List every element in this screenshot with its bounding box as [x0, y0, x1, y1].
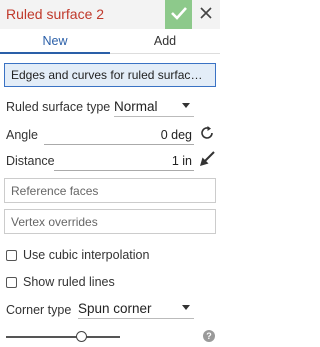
distance-label: Distance: [6, 154, 55, 168]
rotate-icon: [199, 125, 215, 144]
distance-direction-button[interactable]: [197, 150, 217, 170]
show-ruled-lines-label: Show ruled lines: [23, 275, 115, 289]
edges-curves-selection-field[interactable]: Edges and curves for ruled surface ...: [4, 63, 216, 87]
cubic-interpolation-label: Use cubic interpolation: [23, 248, 150, 262]
show-ruled-lines-checkbox[interactable]: [6, 276, 17, 288]
ruled-surface-type-value: Normal: [114, 98, 158, 114]
show-ruled-lines-option[interactable]: Show ruled lines: [6, 275, 115, 289]
tab-bar: New Add: [0, 29, 220, 54]
ruled-surface-type-label: Ruled surface type: [6, 100, 111, 114]
dialog-header: Ruled surface 2: [0, 0, 220, 29]
tolerance-slider-track[interactable]: [6, 336, 120, 338]
tab-add[interactable]: Add: [110, 29, 220, 54]
distance-input[interactable]: 1 in: [54, 154, 194, 171]
chevron-down-icon: [182, 305, 190, 310]
check-icon: [170, 6, 188, 23]
close-button[interactable]: [192, 0, 220, 29]
tolerance-slider-thumb[interactable]: [75, 331, 87, 342]
cubic-interpolation-checkbox[interactable]: [6, 249, 17, 261]
corner-type-label: Corner type: [6, 303, 72, 317]
reference-faces-field[interactable]: Reference faces: [4, 178, 216, 203]
close-icon: [200, 7, 212, 22]
angle-input[interactable]: 0 deg: [44, 128, 194, 145]
help-icon[interactable]: ?: [203, 330, 215, 342]
cubic-interpolation-option[interactable]: Use cubic interpolation: [6, 248, 149, 262]
ruled-surface-type-dropdown[interactable]: Normal: [114, 96, 194, 117]
corner-type-value: Spun corner: [78, 300, 152, 316]
vertex-overrides-field[interactable]: Vertex overrides: [4, 209, 216, 234]
corner-type-dropdown[interactable]: Spun corner: [78, 298, 194, 319]
angle-label: Angle: [6, 128, 38, 142]
dialog-title: Ruled surface 2: [6, 6, 105, 22]
chevron-down-icon: [182, 103, 190, 108]
ok-button[interactable]: [165, 0, 192, 29]
arrow-icon: [199, 150, 215, 170]
angle-flip-button[interactable]: [197, 124, 217, 144]
tab-new[interactable]: New: [0, 29, 110, 54]
